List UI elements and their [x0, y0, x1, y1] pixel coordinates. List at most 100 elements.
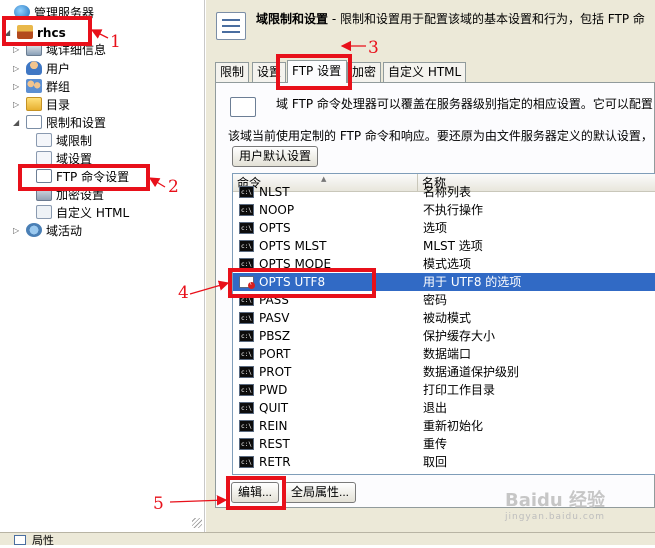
html-icon [36, 205, 52, 219]
expand-icon[interactable]: ▷ [13, 222, 23, 240]
expand-icon[interactable]: ▷ [13, 96, 23, 114]
tree-node-directories[interactable]: ▷ 目录 [13, 96, 71, 114]
custom-commands-note: 该域当前使用定制的 FTP 命令和响应。要还原为由文件服务器定义的默认设置， [228, 129, 653, 143]
status-bar: 局性 [0, 532, 655, 547]
name-cell: 保护缓存大小 [423, 329, 496, 343]
expand-icon[interactable]: ▷ [13, 78, 23, 96]
tab-ftp-settings[interactable]: FTP 设置 [287, 60, 347, 83]
doc-icon [36, 133, 52, 147]
expand-icon[interactable]: ▷ [13, 60, 23, 78]
name-cell: 取回 [423, 455, 448, 469]
table-row[interactable]: REST 重传 [233, 435, 655, 454]
command-cell: REIN [259, 419, 288, 433]
name-cell: 打印工作目录 [423, 383, 496, 397]
tree-node-label: 目录 [46, 98, 71, 112]
table-row[interactable]: OPTS MLST MLST 选项 [233, 237, 655, 256]
command-prompt-icon [239, 220, 254, 238]
command-prompt-icon [239, 400, 254, 418]
collapse-icon[interactable]: ◢ [13, 114, 23, 132]
command-prompt-icon [239, 184, 254, 202]
view-icon [14, 535, 26, 545]
navigation-tree: 管理服务器 ◢ rhcs ▷ 域详细信息 ▷ 用户 ▷ 群组 ▷ 目录 ◢ 限制… [0, 0, 205, 532]
annotation-box-2 [18, 164, 150, 191]
name-cell: 模式选项 [423, 257, 472, 271]
checklist-icon [26, 115, 42, 129]
command-prompt-icon [239, 418, 254, 436]
name-cell: 用于 UTF8 的选项 [423, 275, 522, 289]
command-prompt-icon [239, 310, 254, 328]
annotation-box-1 [2, 16, 92, 46]
table-row[interactable]: PASV 被动模式 [233, 309, 655, 328]
command-cell: PWD [259, 383, 288, 397]
tree-node-limits-settings[interactable]: ◢ 限制和设置 [13, 114, 107, 132]
command-cell: PBSZ [259, 329, 291, 343]
command-prompt-icon [239, 454, 254, 472]
ftp-command-list[interactable]: 命令 ▲ 名称 NLST名称列表NOOP不执行操作OPTS选项OPTS MLST… [232, 173, 655, 475]
list-rows: NLST 名称列表 NOOP 不执行操作 OPTS 选项 OPTS MLST MLST 选项O… [233, 183, 655, 472]
name-cell: 不执行操作 [423, 203, 484, 217]
tab-limits[interactable]: 限制 [215, 62, 250, 82]
tab-encryption[interactable]: 加密 [347, 62, 382, 82]
command-cell: OPTS MLST [259, 239, 327, 253]
activity-icon [26, 223, 42, 237]
name-cell: 名称列表 [423, 185, 472, 199]
command-cell: NLST [259, 185, 290, 199]
command-cell: PORT [259, 347, 291, 361]
command-cell: RETR [259, 455, 291, 469]
annotation-label-2: 2 [168, 177, 179, 197]
tree-node-label: 域限制 [56, 134, 93, 148]
user-default-button[interactable]: 用户默认设置 [232, 146, 319, 167]
command-prompt-icon [239, 436, 254, 454]
watermark-brand: Baidu 经验 [505, 490, 606, 511]
name-cell: MLST 选项 [423, 239, 483, 253]
table-row[interactable]: REIN 重新初始化 [233, 417, 655, 436]
table-row[interactable]: NLST 名称列表 [233, 183, 655, 202]
tree-node-domain-activity[interactable]: ▷ 域活动 [13, 222, 83, 240]
annotation-label-5: 5 [153, 494, 164, 514]
command-prompt-icon [239, 346, 254, 364]
table-row[interactable]: PBSZ 保护缓存大小 [233, 327, 655, 346]
command-prompt-icon [239, 382, 254, 400]
content-pane: 域限制和设置 - 限制和设置用于配置该域的基本设置和行为，包括 FTP 命 限制… [206, 0, 655, 532]
command-cell: QUIT [259, 401, 289, 415]
table-row[interactable]: RETR 取回 [233, 453, 655, 472]
tree-node-domain-limits[interactable]: 域限制 [36, 132, 92, 150]
resize-grip-icon[interactable] [192, 518, 202, 528]
command-cell: OPTS [259, 221, 291, 235]
command-prompt-icon [239, 238, 254, 256]
name-cell: 选项 [423, 221, 448, 235]
page-description: - 限制和设置用于配置该域的基本设置和行为，包括 FTP 命 [328, 12, 645, 26]
tree-node-label: 自定义 HTML [56, 206, 130, 220]
watermark-url: jingyan.baidu.com [505, 512, 606, 522]
annotation-box-5 [226, 476, 286, 510]
tree-node-groups[interactable]: ▷ 群组 [13, 78, 70, 96]
table-row[interactable]: PORT 数据端口 [233, 345, 655, 364]
name-cell: 数据通道保护级别 [423, 365, 520, 379]
annotation-label-3: 3 [368, 38, 379, 58]
doc-icon [36, 151, 52, 165]
table-row[interactable]: QUIT 退出 [233, 399, 655, 418]
table-row[interactable]: PROT 数据通道保护级别 [233, 363, 655, 382]
command-cell: NOOP [259, 203, 295, 217]
name-cell: 密码 [423, 293, 448, 307]
tree-node-label: 域活动 [46, 224, 83, 238]
command-prompt-icon [239, 364, 254, 382]
annotation-label-4: 4 [178, 283, 189, 303]
name-cell: 重新初始化 [423, 419, 484, 433]
tree-node-label: 限制和设置 [46, 116, 107, 130]
command-prompt-icon [239, 202, 254, 220]
table-row[interactable]: NOOP 不执行操作 [233, 201, 655, 220]
name-cell: 被动模式 [423, 311, 472, 325]
folder-icon [26, 97, 42, 111]
tab-custom-html[interactable]: 自定义 HTML [383, 62, 467, 82]
tree-node-custom-html[interactable]: 自定义 HTML [36, 204, 129, 222]
tree-node-users[interactable]: ▷ 用户 [13, 60, 70, 78]
global-properties-button[interactable]: 全局属性... [284, 482, 357, 503]
table-row[interactable]: PWD 打印工作目录 [233, 381, 655, 400]
status-text: 局性 [32, 534, 54, 547]
table-row[interactable]: OPTS 选项 [233, 219, 655, 238]
annotation-label-1: 1 [110, 32, 121, 52]
annotation-box-4 [228, 268, 376, 298]
name-cell: 退出 [423, 401, 448, 415]
name-cell: 数据端口 [423, 347, 472, 361]
